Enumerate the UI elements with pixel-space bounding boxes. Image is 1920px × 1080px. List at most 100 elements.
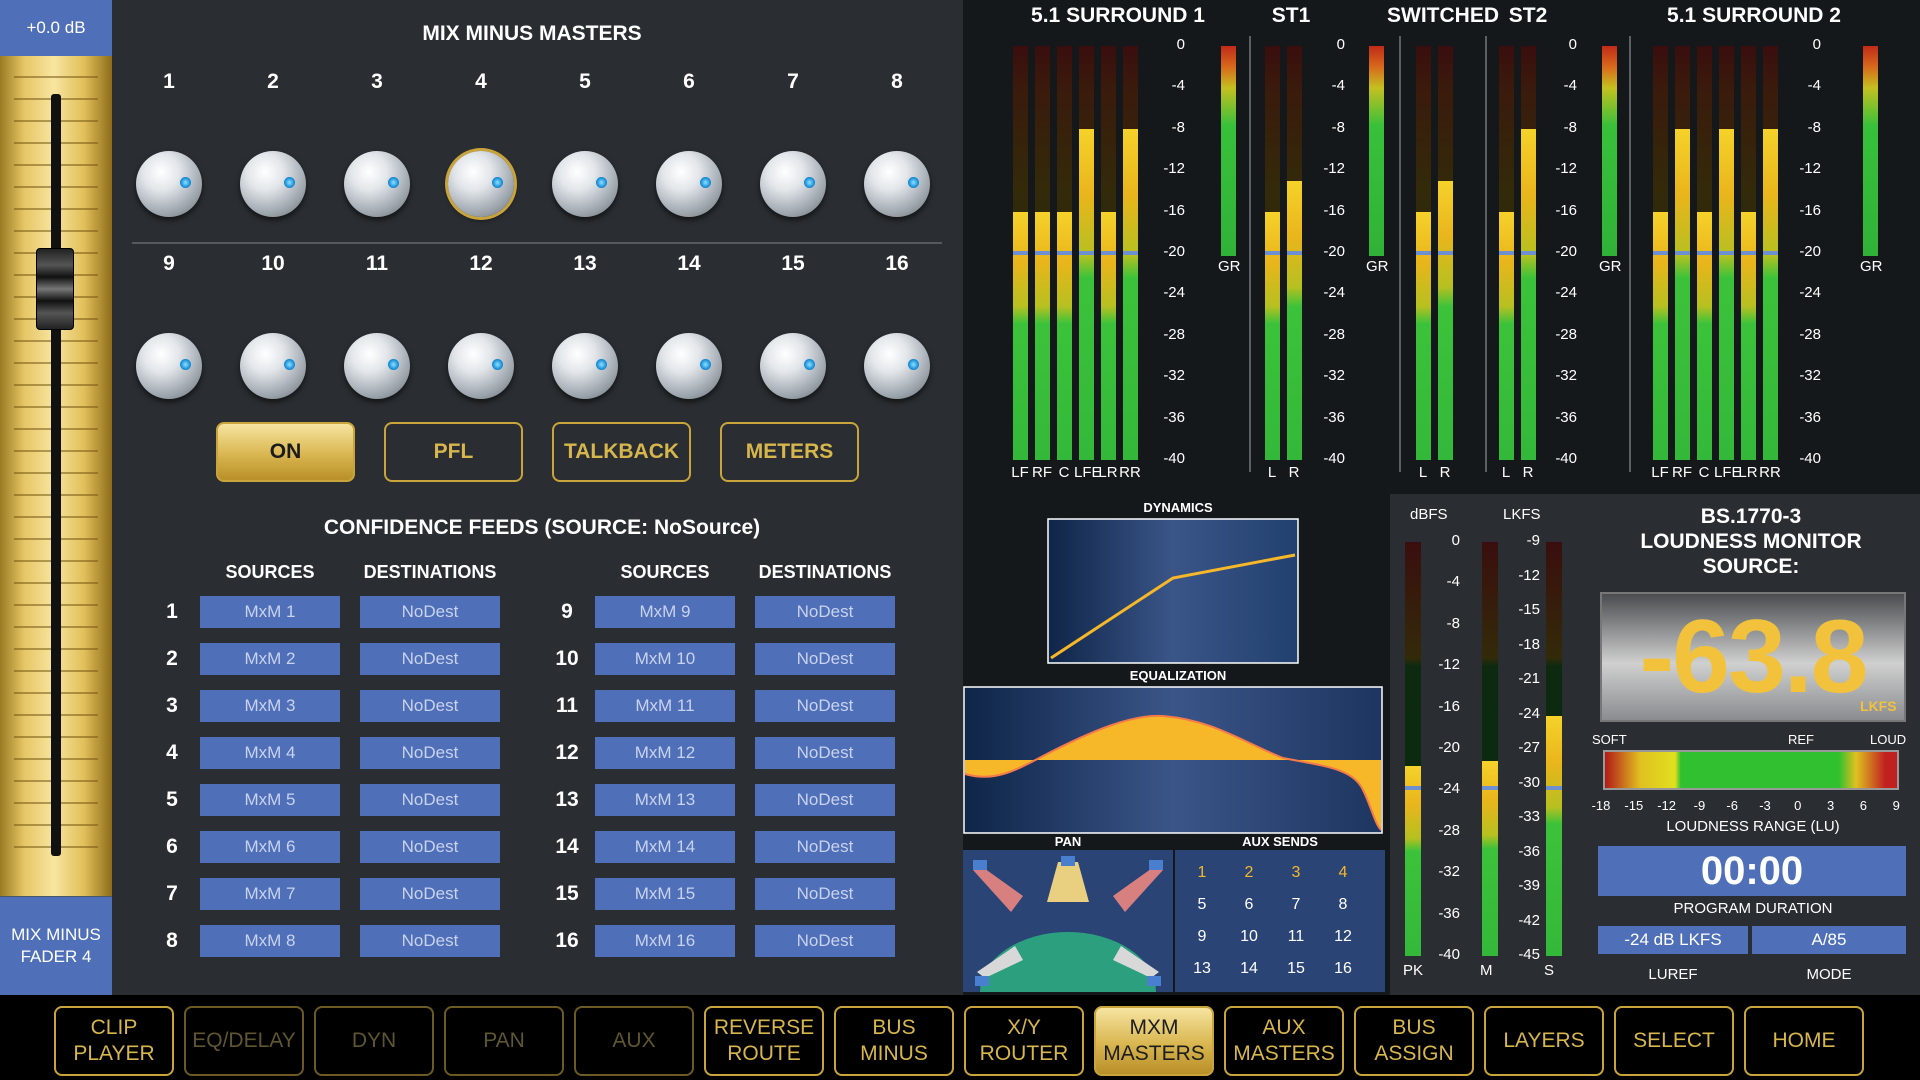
meter-peak-hold — [1013, 251, 1028, 255]
feed-source[interactable]: MxM 8 — [200, 925, 340, 957]
mxm-knob-4[interactable] — [448, 151, 514, 217]
mxm-knob-9[interactable] — [136, 333, 202, 399]
nav-layers-button[interactable]: LAYERS — [1484, 1006, 1604, 1076]
fader-track[interactable] — [0, 56, 112, 896]
nav-button-label: REVERSE ROUTE — [714, 1015, 814, 1067]
aux-send-10[interactable]: 10 — [1236, 928, 1262, 946]
feed-source[interactable]: MxM 12 — [595, 737, 735, 769]
mxm-knob-6[interactable] — [656, 151, 722, 217]
nav-bus-minus-button[interactable]: BUS MINUS — [834, 1006, 954, 1076]
nav-x-y-router-button[interactable]: X/Y ROUTER — [964, 1006, 1084, 1076]
feed-source[interactable]: MxM 4 — [200, 737, 340, 769]
luref-value[interactable]: -24 dB LKFS — [1598, 926, 1748, 954]
aux-sends-label: AUX SENDS — [1242, 834, 1318, 849]
meter-fill — [1287, 180, 1302, 460]
nav-dyn-button[interactable]: DYN — [314, 1006, 434, 1076]
feed-destination[interactable]: NoDest — [755, 737, 895, 769]
talkback-button[interactable]: TALKBACK — [552, 422, 691, 482]
meter-divider — [1485, 36, 1487, 472]
meter-channel-label: L — [1501, 464, 1511, 481]
feed-destination[interactable]: NoDest — [360, 643, 500, 675]
feed-source[interactable]: MxM 6 — [200, 831, 340, 863]
meter-peak-hold — [1763, 251, 1778, 255]
feed-source[interactable]: MxM 3 — [200, 690, 340, 722]
aux-send-7[interactable]: 7 — [1283, 896, 1309, 914]
aux-send-5[interactable]: 5 — [1189, 896, 1215, 914]
feed-destination[interactable]: NoDest — [755, 643, 895, 675]
meters-button[interactable]: METERS — [720, 422, 859, 482]
feed-destination[interactable]: NoDest — [755, 784, 895, 816]
meter-bar — [1675, 46, 1690, 460]
feed-source[interactable]: MxM 2 — [200, 643, 340, 675]
feed-destination[interactable]: NoDest — [755, 596, 895, 628]
mxm-knob-5[interactable] — [552, 151, 618, 217]
aux-send-14[interactable]: 14 — [1236, 960, 1262, 978]
meter-scale-tick: -4 — [1807, 77, 1821, 95]
nav-eq-delay-button[interactable]: EQ/DELAY — [184, 1006, 304, 1076]
feed-source[interactable]: MxM 16 — [595, 925, 735, 957]
mxm-knob-10[interactable] — [240, 333, 306, 399]
on-button[interactable]: ON — [216, 422, 355, 482]
feed-source[interactable]: MxM 1 — [200, 596, 340, 628]
mxm-knob-3[interactable] — [344, 151, 410, 217]
feed-source[interactable]: MxM 15 — [595, 878, 735, 910]
eq-graph[interactable] — [963, 686, 1383, 834]
feed-source[interactable]: MxM 7 — [200, 878, 340, 910]
feed-source[interactable]: MxM 11 — [595, 690, 735, 722]
mxm-knob-8[interactable] — [864, 151, 930, 217]
aux-send-6[interactable]: 6 — [1236, 896, 1262, 914]
aux-send-8[interactable]: 8 — [1330, 896, 1356, 914]
nav-aux-masters-button[interactable]: AUX MASTERS — [1224, 1006, 1344, 1076]
feed-destination[interactable]: NoDest — [755, 690, 895, 722]
mxm-knob-13[interactable] — [552, 333, 618, 399]
mxm-knob-16[interactable] — [864, 333, 930, 399]
feed-source[interactable]: MxM 9 — [595, 596, 735, 628]
aux-send-16[interactable]: 16 — [1330, 960, 1356, 978]
feed-destination[interactable]: NoDest — [360, 831, 500, 863]
feed-source[interactable]: MxM 14 — [595, 831, 735, 863]
feed-destination[interactable]: NoDest — [360, 784, 500, 816]
feed-source[interactable]: MxM 13 — [595, 784, 735, 816]
aux-send-9[interactable]: 9 — [1189, 928, 1215, 946]
feed-destination[interactable]: NoDest — [360, 596, 500, 628]
mxm-knob-12[interactable] — [448, 333, 514, 399]
pan-display[interactable] — [963, 850, 1173, 992]
pan-label: PAN — [1054, 834, 1082, 849]
mxm-knob-7[interactable] — [760, 151, 826, 217]
feed-destination[interactable]: NoDest — [360, 878, 500, 910]
feed-destination[interactable]: NoDest — [755, 925, 895, 957]
nav-reverse-route-button[interactable]: REVERSE ROUTE — [704, 1006, 824, 1076]
mxm-knob-1[interactable] — [136, 151, 202, 217]
nav-aux-button[interactable]: AUX — [574, 1006, 694, 1076]
aux-send-4[interactable]: 4 — [1330, 864, 1356, 882]
nav-bus-assign-button[interactable]: BUS ASSIGN — [1354, 1006, 1474, 1076]
mxm-knob-11[interactable] — [344, 333, 410, 399]
nav-mxm-masters-button[interactable]: MXM MASTERS — [1094, 1006, 1214, 1076]
aux-send-13[interactable]: 13 — [1189, 960, 1215, 978]
feed-destination[interactable]: NoDest — [360, 690, 500, 722]
aux-send-1[interactable]: 1 — [1189, 864, 1215, 882]
aux-send-3[interactable]: 3 — [1283, 864, 1309, 882]
mxm-knob-14[interactable] — [656, 333, 722, 399]
aux-send-15[interactable]: 15 — [1283, 960, 1309, 978]
feed-destination[interactable]: NoDest — [755, 831, 895, 863]
meter-scale-tick: -36 — [1163, 408, 1185, 426]
nav-pan-button[interactable]: PAN — [444, 1006, 564, 1076]
mode-value[interactable]: A/85 — [1752, 926, 1906, 954]
aux-send-2[interactable]: 2 — [1236, 864, 1262, 882]
feed-destination[interactable]: NoDest — [360, 925, 500, 957]
aux-send-11[interactable]: 11 — [1283, 928, 1309, 946]
feed-source[interactable]: MxM 10 — [595, 643, 735, 675]
feed-destination[interactable]: NoDest — [360, 737, 500, 769]
mxm-knob-15[interactable] — [760, 333, 826, 399]
aux-send-12[interactable]: 12 — [1330, 928, 1356, 946]
fader-cap[interactable] — [36, 248, 74, 330]
nav-home-button[interactable]: HOME — [1744, 1006, 1864, 1076]
feed-destination[interactable]: NoDest — [755, 878, 895, 910]
feed-source[interactable]: MxM 5 — [200, 784, 340, 816]
pfl-button[interactable]: PFL — [384, 422, 523, 482]
nav-select-button[interactable]: SELECT — [1614, 1006, 1734, 1076]
mxm-knob-2[interactable] — [240, 151, 306, 217]
dynamics-graph[interactable] — [1047, 518, 1299, 664]
nav-clip-player-button[interactable]: CLIP PLAYER — [54, 1006, 174, 1076]
